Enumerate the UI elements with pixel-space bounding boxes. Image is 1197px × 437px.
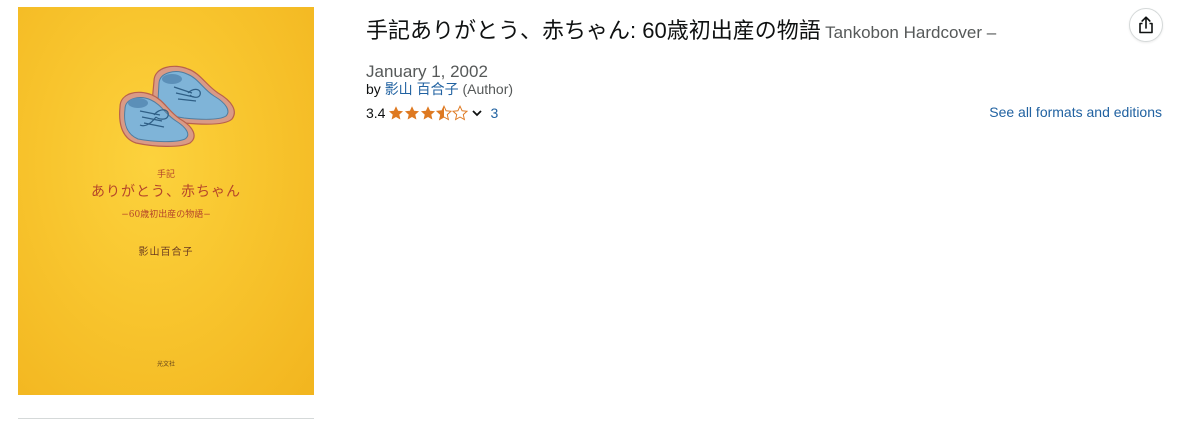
author-role: (Author) [462, 81, 514, 97]
cover-author: 影山百合子 [138, 247, 194, 258]
star-icon [421, 106, 436, 120]
star-rating[interactable] [388, 105, 469, 121]
book-cover-image[interactable]: 手記 ありがとう、赤ちゃん −60歳初出産の物語− 影山百合子 光文社 [18, 7, 314, 395]
customer-rating: 3.4 3 [366, 103, 498, 123]
star-icon [405, 106, 420, 120]
cover-divider [18, 418, 314, 419]
baby-shoes-illustration [119, 65, 235, 147]
product-page: 手記 ありがとう、赤ちゃん −60歳初出産の物語− 影山百合子 光文社 手記あり… [0, 0, 1197, 437]
chevron-down-icon[interactable] [471, 107, 483, 119]
cover-small-label: 手記 [156, 170, 175, 180]
rating-value: 3.4 [366, 105, 386, 121]
share-button[interactable] [1129, 8, 1163, 42]
product-title: 手記ありがとう、赤ちゃん: 60歳初出産の物語 [366, 18, 821, 43]
empty-star-icon [452, 105, 469, 121]
binding-format: Tankobon Hardcover – [825, 23, 997, 42]
cover-title: ありがとう、赤ちゃん [91, 184, 241, 200]
half-star-icon [436, 105, 453, 121]
see-all-formats-link[interactable]: See all formats and editions [989, 104, 1162, 120]
by-label: by [366, 81, 381, 97]
share-icon [1139, 16, 1153, 34]
author-link[interactable]: 影山 百合子 [385, 81, 459, 97]
cover-publisher: 光文社 [156, 361, 175, 368]
rating-count-link[interactable]: 3 [490, 105, 498, 121]
star-icon [389, 106, 404, 120]
byline: by 影山 百合子 (Author) [366, 79, 513, 99]
cover-subtitle: −60歳初出産の物語− [121, 210, 211, 220]
